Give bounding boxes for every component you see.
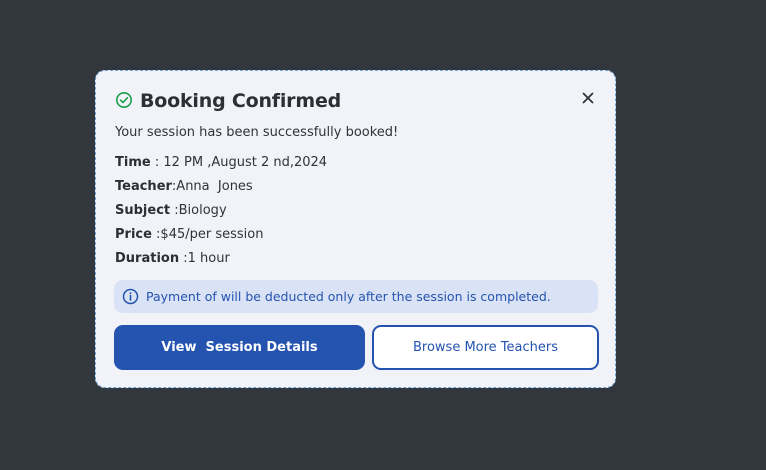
- info-icon: [122, 288, 139, 305]
- booking-details: Time : 12 PM ,August 2 nd,2024 Teacher:A…: [115, 154, 327, 274]
- payment-info-banner: Payment of will be deducted only after t…: [114, 280, 598, 313]
- detail-key: Time: [115, 155, 151, 170]
- confirmation-message: Your session has been successfully booke…: [115, 125, 399, 140]
- detail-value: :Biology: [170, 203, 227, 218]
- detail-value: : 12 PM ,August 2 nd,2024: [150, 155, 328, 170]
- modal-title: Booking Confirmed: [140, 90, 342, 112]
- detail-subject: Subject :Biology: [115, 202, 327, 226]
- detail-key: Teacher: [115, 179, 172, 194]
- detail-price: Price :$45/per session: [115, 226, 327, 250]
- detail-key: Subject: [115, 203, 171, 218]
- modal-header: Booking Confirmed: [115, 88, 596, 114]
- check-circle-icon: [116, 92, 132, 108]
- payment-info-text: Payment of will be deducted only after t…: [146, 289, 551, 304]
- view-session-details-button[interactable]: View Session Details: [114, 325, 365, 370]
- detail-value: :1 hour: [179, 251, 230, 266]
- detail-value: :$45/per session: [151, 227, 264, 242]
- detail-time: Time : 12 PM ,August 2 nd,2024: [115, 154, 327, 178]
- detail-duration: Duration :1 hour: [115, 250, 327, 274]
- detail-value: :Anna Jones: [171, 179, 253, 194]
- booking-confirmation-modal: Booking Confirmed Your session has been …: [95, 70, 616, 388]
- backdrop: Booking Confirmed Your session has been …: [0, 0, 766, 470]
- browse-more-teachers-button[interactable]: Browse More Teachers: [372, 325, 599, 370]
- close-icon[interactable]: [580, 90, 596, 106]
- detail-key: Duration: [115, 251, 180, 266]
- detail-teacher: Teacher:Anna Jones: [115, 178, 327, 202]
- detail-key: Price: [115, 227, 152, 242]
